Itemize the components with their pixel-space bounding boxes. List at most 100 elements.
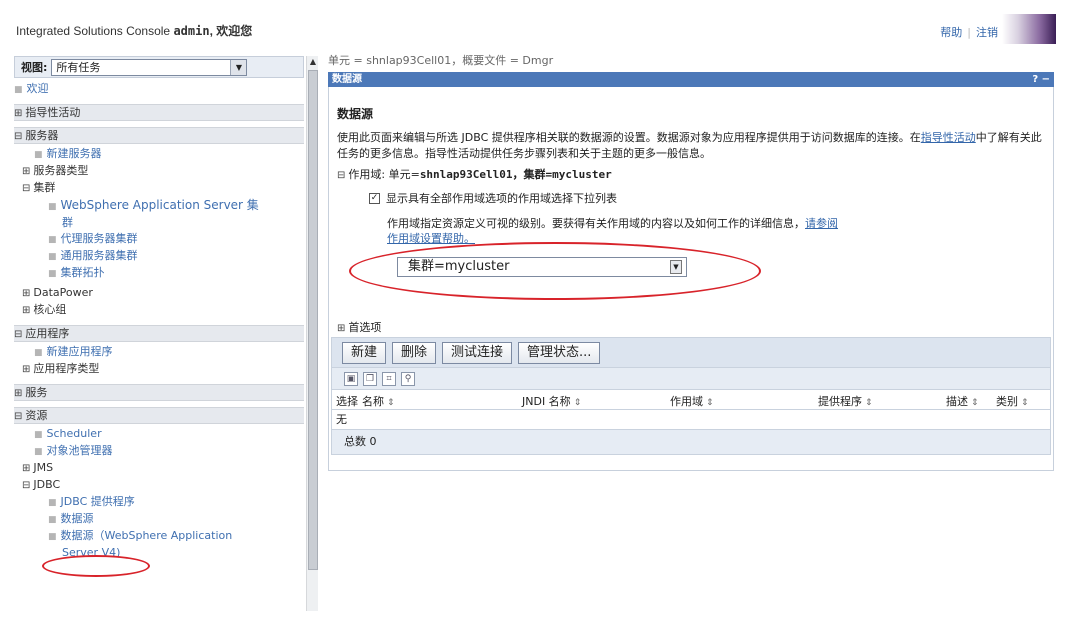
view-select[interactable]: 所有任务 ▼ — [51, 58, 248, 76]
panel-title: 数据源 — [332, 74, 362, 85]
app-title: Integrated Solutions Console admin, 欢迎您 — [16, 24, 253, 38]
show-scope-row: ✓ 显示具有全部作用域选项的作用域选择下拉列表 — [369, 190, 1045, 206]
collapse-icon: ⊟ — [14, 411, 23, 422]
col-category[interactable]: 类别 ⇕ — [996, 393, 1029, 409]
sort-icon: ⇕ — [865, 398, 873, 408]
col-scope[interactable]: 作用域 ⇕ — [670, 393, 714, 409]
deselect-all-icon[interactable]: ❐ — [363, 371, 377, 386]
content-panel: 单元 = shnlap93Cell01，概要文件 = Dmgr 数据源 ? − … — [328, 52, 1054, 472]
nav-clusters[interactable]: ⊟ 集群 — [14, 180, 304, 197]
nav-data-sources-v4[interactable]: ■ 数据源（WebSphere Application — [14, 528, 304, 545]
nav-application-types[interactable]: ⊞ 应用程序类型 — [14, 361, 304, 378]
user-name: admin — [173, 24, 210, 38]
nav-data-sources[interactable]: ■ 数据源 — [14, 511, 304, 528]
expand-icon: ⊞ — [14, 388, 23, 399]
collapse-icon[interactable]: ⊟ — [337, 170, 345, 181]
scroll-thumb[interactable] — [308, 70, 318, 570]
scope-help-text: 作用域指定资源定义可视的级别。要获得有关作用域的内容以及如何工作的详细信息，请参… — [387, 217, 838, 245]
test-connection-button[interactable]: 测试连接 — [442, 341, 513, 364]
nav-welcome[interactable]: ■ 欢迎 — [14, 81, 304, 98]
sort-icon: ⇕ — [706, 398, 714, 408]
highlight-circle — [42, 555, 150, 577]
nav-new-server[interactable]: ■ 新建服务器 — [14, 146, 304, 163]
sort-icon: ⇕ — [387, 398, 395, 408]
scroll-up-icon[interactable]: ▲ — [307, 56, 319, 68]
chevron-down-icon: ▼ — [230, 59, 247, 75]
panel-body: 数据源 使用此页面来编辑与所选 JDBC 提供程序相关联的数据源的设置。数据源对… — [328, 87, 1054, 471]
nav-guided-activities[interactable]: ⊞ 指导性活动 — [14, 104, 304, 121]
nav-jdbc[interactable]: ⊟ JDBC — [14, 477, 304, 494]
navigation-panel: 视图: 所有任务 ▼ ■ 欢迎 ⊞ 指导性活动 ⊟ 服务器 ■ 新建服务器 ⊞ 服务器类型… — [14, 56, 304, 611]
nav-new-application[interactable]: ■ 新建应用程序 — [14, 344, 304, 361]
col-jndi-name[interactable]: JNDI 名称 ⇕ — [522, 393, 581, 409]
table-button-bar: 新建 删除 测试连接 管理状态... — [332, 338, 1050, 368]
section-title: 数据源 — [337, 107, 374, 121]
nav-scrollbar[interactable]: ▲ — [306, 56, 318, 611]
scope-select-value: 集群=mycluster — [408, 259, 510, 274]
view-selector-row: 视图: 所有任务 ▼ — [14, 56, 304, 78]
welcome-text: 欢迎您 — [216, 24, 253, 38]
view-select-value: 所有任务 — [56, 60, 101, 74]
guided-activity-link[interactable]: 指导性活动 — [921, 131, 976, 144]
nav-scheduler[interactable]: ■ Scheduler — [14, 426, 304, 443]
nav-servers[interactable]: ⊟ 服务器 — [14, 127, 304, 144]
expand-icon: ⊞ — [22, 166, 31, 177]
nav-jdbc-providers[interactable]: ■ JDBC 提供程序 — [14, 494, 304, 511]
view-label: 视图: — [21, 61, 48, 74]
col-provider[interactable]: 提供程序 ⇕ — [818, 393, 873, 409]
nav-datapower[interactable]: ⊞ DataPower — [14, 285, 304, 302]
expand-icon: ⊞ — [337, 323, 346, 334]
app-name: Integrated Solutions Console — [16, 24, 171, 38]
nav-cluster-topology[interactable]: ■ 集群拓扑 — [14, 265, 304, 282]
sort-icon: ⇕ — [971, 398, 979, 408]
expand-icon: ⊞ — [22, 288, 31, 299]
manage-state-button[interactable]: 管理状态... — [518, 341, 601, 364]
nav-was-cluster[interactable]: ■ WebSphere Application Server 集 — [14, 197, 304, 215]
col-description[interactable]: 描述 ⇕ — [946, 393, 979, 409]
table-total: 总数 0 — [332, 430, 1050, 454]
select-all-icon[interactable]: ▣ — [344, 371, 358, 386]
table-icon-bar: ▣ ❐ ⌗ ⚲ — [332, 368, 1050, 390]
nav-jms[interactable]: ⊞ JMS — [14, 460, 304, 477]
col-select: 选择 — [336, 395, 358, 408]
collapse-icon: ⊟ — [14, 131, 23, 142]
collapse-icon: ⊟ — [14, 329, 23, 340]
table-row-empty: 无 — [332, 410, 1050, 430]
collapse-icon: ⊟ — [22, 183, 31, 194]
expand-icon: ⊞ — [22, 305, 31, 316]
chevron-down-icon: ▼ — [670, 260, 682, 274]
top-links: 帮助 | 注销 — [940, 26, 998, 39]
top-bar: Integrated Solutions Console admin, 欢迎您 … — [0, 0, 1080, 48]
ibm-logo — [1002, 14, 1056, 44]
scope-value: shnlap93Cell01，集群=mycluster — [419, 168, 612, 181]
delete-button[interactable]: 删除 — [392, 341, 437, 364]
show-filter-icon[interactable]: ⚲ — [401, 371, 415, 386]
show-scope-label: 显示具有全部作用域选项的作用域选择下拉列表 — [386, 192, 617, 205]
nav-proxy-cluster[interactable]: ■ 代理服务器集群 — [14, 231, 304, 248]
table-header: 选择 名称 ⇕ JNDI 名称 ⇕ 作用域 ⇕ 提供程序 ⇕ 描述 ⇕ 类别 ⇕ — [332, 390, 1050, 410]
panel-header: 数据源 ? − — [328, 72, 1054, 87]
data-source-table: 新建 删除 测试连接 管理状态... ▣ ❐ ⌗ ⚲ 选择 名称 ⇕ JNDI 名… — [331, 337, 1051, 455]
nav-applications[interactable]: ⊟ 应用程序 — [14, 325, 304, 342]
filter-icon[interactable]: ⌗ — [382, 371, 396, 386]
new-button[interactable]: 新建 — [342, 341, 387, 364]
nav-core-groups[interactable]: ⊞ 核心组 — [14, 302, 304, 319]
logout-link[interactable]: 注销 — [976, 26, 998, 39]
nav-server-types[interactable]: ⊞ 服务器类型 — [14, 163, 304, 180]
breadcrumb: 单元 = shnlap93Cell01，概要文件 = Dmgr — [328, 54, 554, 67]
help-link[interactable]: 帮助 — [940, 26, 962, 39]
nav-object-pool[interactable]: ■ 对象池管理器 — [14, 443, 304, 460]
col-name[interactable]: 名称 ⇕ — [362, 393, 395, 409]
show-scope-checkbox[interactable]: ✓ — [369, 192, 380, 204]
preferences-toggle[interactable]: ⊞ 首选项 — [337, 319, 381, 335]
nav-services[interactable]: ⊞ 服务 — [14, 384, 304, 401]
nav-generic-cluster[interactable]: ■ 通用服务器集群 — [14, 248, 304, 265]
sort-icon: ⇕ — [573, 398, 582, 408]
page-description: 使用此页面来编辑与所选 JDBC 提供程序相关联的数据源的设置。数据源对象为应用… — [337, 131, 1042, 160]
nav-was-cluster-wrap[interactable]: 群 — [14, 215, 304, 231]
nav-resources[interactable]: ⊟ 资源 — [14, 407, 304, 424]
expand-icon: ⊞ — [14, 108, 23, 119]
expand-icon: ⊞ — [22, 364, 31, 375]
panel-help-minimize-icons[interactable]: ? − — [1032, 72, 1050, 87]
scope-select[interactable]: 集群=mycluster ▼ — [397, 257, 687, 277]
